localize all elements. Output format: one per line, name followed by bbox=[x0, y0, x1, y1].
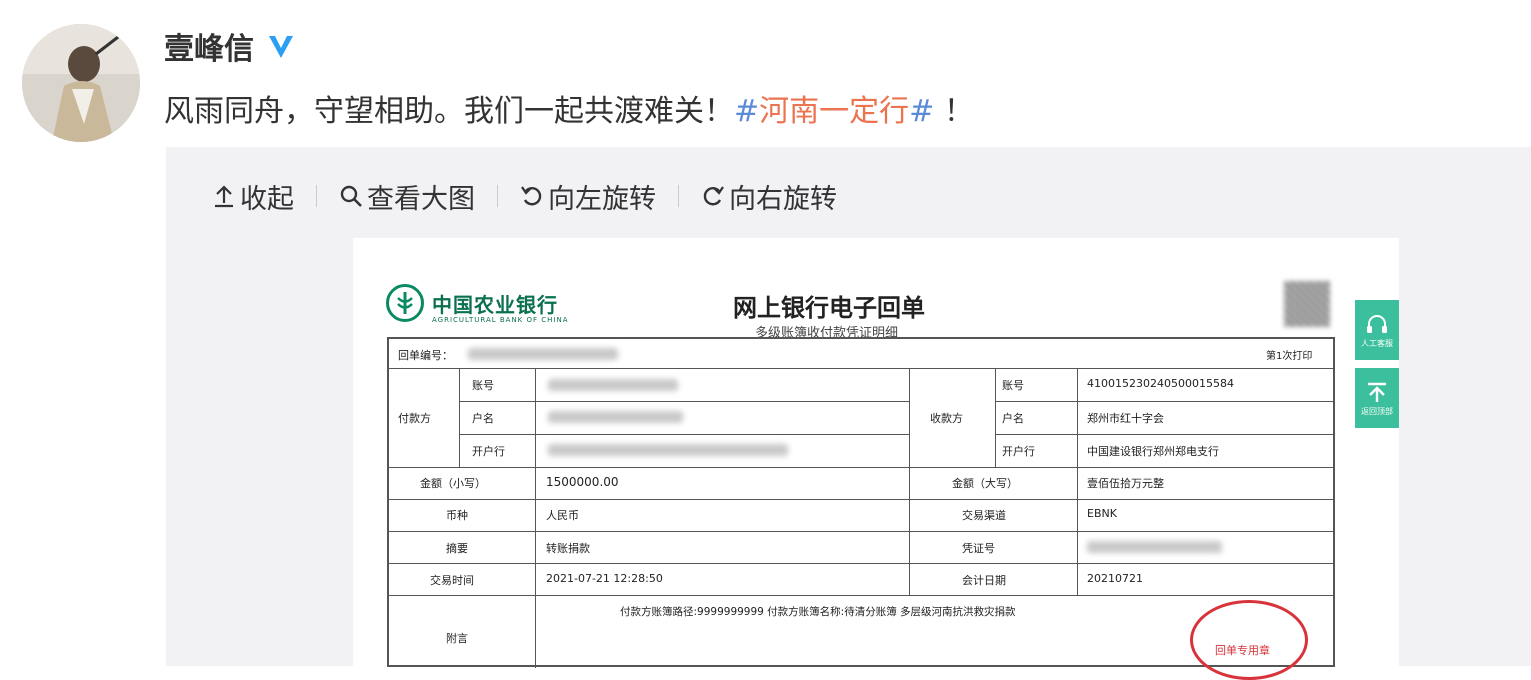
hashtag-open[interactable]: # bbox=[734, 94, 759, 129]
receipt-title: 网上银行电子回单 bbox=[733, 294, 925, 322]
post-tail: ！ bbox=[934, 94, 974, 129]
qr-code-blurred bbox=[1284, 281, 1330, 327]
customer-service-label: 人工客服 bbox=[1361, 338, 1393, 348]
amount-small-value: 1500000.00 bbox=[546, 475, 619, 489]
view-large-button[interactable]: 查看大图 bbox=[339, 177, 475, 216]
payer-account-label: 账号 bbox=[472, 379, 494, 392]
amount-small-label: 金额（小写） bbox=[420, 477, 486, 490]
bank-name-en: AGRICULTURAL BANK OF CHINA bbox=[432, 316, 569, 324]
rotate-left-icon bbox=[521, 186, 542, 206]
receipt-no-label: 回单编号： bbox=[398, 349, 453, 362]
payer-name-redacted bbox=[548, 411, 683, 423]
customer-service-button[interactable]: 人工客服 bbox=[1355, 300, 1399, 360]
headset-icon bbox=[1367, 314, 1387, 333]
username[interactable]: 壹峰信 bbox=[164, 24, 254, 68]
toolbar-divider bbox=[497, 185, 498, 207]
rotate-right-icon bbox=[703, 186, 724, 206]
arrow-top-icon bbox=[1368, 382, 1386, 402]
remark-value: 付款方账簿路径:9999999999 付款方账簿名称:待清分账簿 多层级河南抗洪… bbox=[620, 606, 1016, 618]
amount-big-label: 金额（大写） bbox=[952, 477, 1018, 490]
collapse-label: 收起 bbox=[240, 183, 294, 215]
time-value: 2021-07-21 12:28:50 bbox=[546, 572, 663, 585]
rotate-right-label: 向右旋转 bbox=[729, 183, 837, 215]
hashtag-link[interactable]: 河南一定行 bbox=[759, 94, 909, 129]
payee-label: 收款方 bbox=[930, 412, 963, 425]
post-text: 风雨同舟，守望相助。我们一起共渡难关！#河南一定行# ！ bbox=[164, 86, 974, 130]
rotate-right-button[interactable]: 向右旋转 bbox=[701, 177, 837, 216]
bank-logo-icon bbox=[386, 284, 424, 322]
channel-value: EBNK bbox=[1087, 507, 1117, 520]
payee-account-value: 410015230240500015584 bbox=[1087, 377, 1234, 390]
acct-date-label: 会计日期 bbox=[962, 574, 1006, 587]
bank-seal bbox=[1190, 600, 1308, 680]
payer-account-redacted bbox=[548, 379, 678, 391]
hashtag-close[interactable]: # bbox=[909, 94, 934, 129]
avatar[interactable] bbox=[22, 24, 140, 142]
post-body: 风雨同舟，守望相助。我们一起共渡难关！ bbox=[164, 94, 734, 129]
toolbar-divider bbox=[678, 185, 679, 207]
seal-text: 回单专用章 bbox=[1215, 644, 1270, 657]
page-indicator: 第1次打印 bbox=[1266, 351, 1313, 362]
image-toolbar: 收起 查看大图 向左旋转 向右旋转 bbox=[212, 176, 837, 216]
bank-name: 中国农业银行 bbox=[432, 292, 558, 317]
rotate-left-button[interactable]: 向左旋转 bbox=[520, 177, 656, 216]
arrow-up-icon bbox=[215, 185, 233, 208]
payer-name-label: 户名 bbox=[472, 412, 494, 425]
username-row: 壹峰信 bbox=[164, 24, 298, 68]
back-to-top-label: 返回顶部 bbox=[1361, 406, 1393, 416]
payee-bank-label: 开户行 bbox=[1002, 445, 1035, 458]
acct-date-value: 20210721 bbox=[1087, 572, 1143, 585]
receipt-no-redacted bbox=[468, 348, 618, 360]
time-label: 交易时间 bbox=[430, 574, 474, 587]
summary-value: 转账捐款 bbox=[546, 542, 590, 555]
amount-big-value: 壹佰伍拾万元整 bbox=[1087, 477, 1164, 490]
voucher-redacted bbox=[1087, 541, 1222, 553]
payee-bank-value: 中国建设银行郑州郑电支行 bbox=[1087, 445, 1219, 458]
currency-value: 人民币 bbox=[546, 509, 579, 522]
channel-label: 交易渠道 bbox=[962, 509, 1006, 522]
search-icon bbox=[340, 185, 362, 207]
voucher-label: 凭证号 bbox=[962, 542, 995, 555]
rotate-left-label: 向左旋转 bbox=[548, 183, 656, 215]
verified-icon bbox=[269, 36, 293, 58]
view-large-label: 查看大图 bbox=[367, 183, 475, 215]
payer-label: 付款方 bbox=[398, 412, 431, 425]
collapse-button[interactable]: 收起 bbox=[212, 177, 294, 216]
summary-label: 摘要 bbox=[446, 542, 468, 555]
payee-account-label: 账号 bbox=[1002, 379, 1024, 392]
payee-name-label: 户名 bbox=[1002, 412, 1024, 425]
payer-bank-redacted bbox=[548, 444, 788, 456]
currency-label: 币种 bbox=[446, 509, 468, 522]
payer-bank-label: 开户行 bbox=[472, 445, 505, 458]
payee-name-value: 郑州市红十字会 bbox=[1087, 412, 1164, 425]
toolbar-divider bbox=[316, 185, 317, 207]
remark-label: 附言 bbox=[446, 632, 468, 645]
back-to-top-button[interactable]: 返回顶部 bbox=[1355, 368, 1399, 428]
